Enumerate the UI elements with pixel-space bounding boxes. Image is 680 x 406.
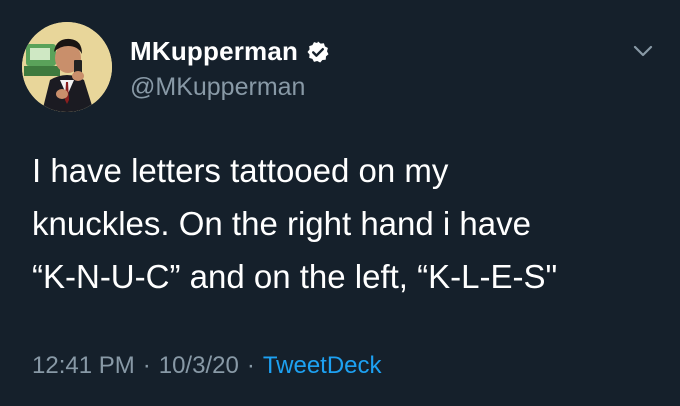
name-row[interactable]: MKupperman [130, 36, 330, 67]
meta-separator: · [142, 352, 151, 379]
verified-badge-icon [306, 40, 330, 64]
tweet-source-link[interactable]: TweetDeck [263, 352, 382, 379]
tweet-card: MKupperman @MKupperman I have letters ta… [0, 0, 680, 406]
tweet-time[interactable]: 12:41 PM [32, 352, 135, 379]
tweet-meta: 12:41 PM · 10/3/20 · TweetDeck [32, 352, 382, 380]
avatar[interactable] [22, 22, 112, 112]
avatar-illustration-icon [22, 22, 112, 112]
tweet-text-line: I have letters tattooed on my [32, 152, 449, 189]
tweet-text: I have letters tattooed on my knuckles. … [32, 144, 662, 303]
tweet-date[interactable]: 10/3/20 [159, 352, 239, 379]
tweet-text-line: knuckles. On the right hand i have [32, 205, 531, 242]
display-name[interactable]: MKupperman [130, 36, 298, 67]
chevron-down-icon[interactable] [630, 38, 656, 64]
meta-separator: · [246, 352, 255, 379]
user-block: MKupperman @MKupperman [130, 36, 330, 102]
user-handle[interactable]: @MKupperman [130, 73, 330, 102]
tweet-text-line: “K-N-U-C” and on the left, “K-L-E-S" [32, 258, 558, 295]
